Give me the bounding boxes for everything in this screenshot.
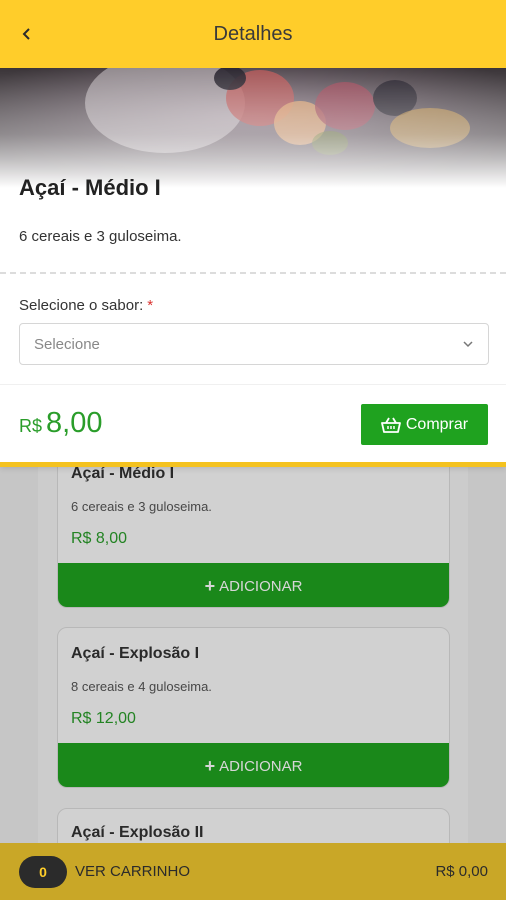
product-card-name: Açaí - Explosão I: [71, 645, 200, 662]
chevron-down-icon: [463, 341, 473, 348]
divider: [0, 272, 506, 274]
product-card-price: R$ 12,00: [71, 710, 136, 727]
cart-bar[interactable]: 0 VER CARRINHO R$ 0,00: [0, 843, 506, 900]
plus-icon: +: [204, 576, 216, 596]
product-card-name: Açaí - Médio I: [71, 465, 175, 482]
cart-count-badge: 0: [19, 856, 67, 888]
basket-icon: [380, 417, 401, 433]
buy-button[interactable]: Comprar: [361, 404, 488, 445]
flavor-select-placeholder: Selecione: [34, 335, 100, 353]
plus-icon: +: [204, 756, 216, 776]
product-detail-sheet: Açaí - Médio I 6 cereais e 3 guloseima. …: [0, 68, 506, 467]
view-cart-label: VER CARRINHO: [75, 863, 191, 880]
chevron-left-icon: [22, 28, 30, 40]
sheet-border: [0, 462, 506, 467]
product-card-description: 8 cereais e 4 guloseima.: [71, 679, 212, 694]
page-title: Detalhes: [213, 22, 293, 45]
buy-button-label: Comprar: [405, 415, 469, 433]
product-card-price: R$ 8,00: [71, 530, 128, 547]
app-header: Detalhes: [0, 0, 506, 68]
product-price: R$ 8,00: [19, 407, 102, 440]
add-button[interactable]: + ADICIONAR: [58, 563, 449, 607]
required-mark: *: [147, 297, 154, 314]
product-title: Açaí - Médio I: [19, 175, 161, 200]
flavor-label-text: Selecione o sabor:: [19, 297, 144, 314]
product-description: 6 cereais e 3 guloseima.: [19, 228, 182, 245]
price-amount: 8,00: [46, 407, 103, 439]
product-card-description: 6 cereais e 3 guloseima.: [71, 499, 212, 514]
price-currency: R$: [19, 416, 43, 436]
back-button[interactable]: [12, 19, 42, 49]
product-image: [0, 68, 506, 188]
cart-total: R$ 0,00: [435, 863, 488, 880]
flavor-label: Selecione o sabor: *: [19, 297, 153, 314]
product-card[interactable]: Açaí - Explosão I 8 cereais e 4 guloseim…: [57, 627, 450, 788]
price-bar: R$ 8,00 Comprar: [0, 384, 506, 464]
add-button-label: ADICIONAR: [219, 757, 303, 775]
product-card-name: Açaí - Explosão II: [71, 824, 204, 841]
add-button[interactable]: + ADICIONAR: [58, 743, 449, 787]
add-button-label: ADICIONAR: [219, 577, 303, 595]
flavor-select[interactable]: Selecione: [19, 323, 489, 365]
